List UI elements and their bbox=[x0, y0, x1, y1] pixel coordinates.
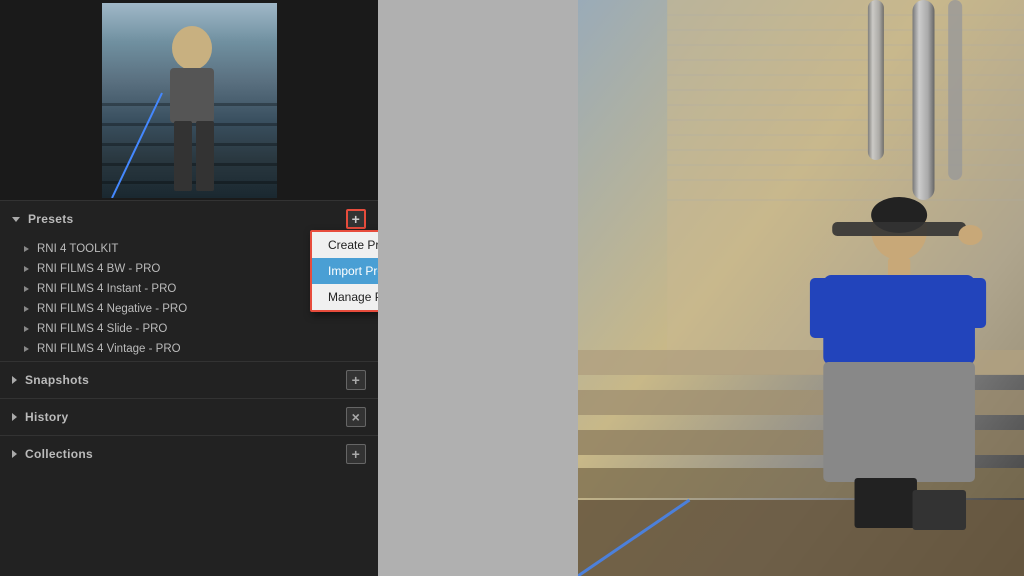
preset-arrow-icon bbox=[24, 306, 29, 312]
history-title: History bbox=[25, 410, 68, 424]
preset-label-3: RNI FILMS 4 Negative - PRO bbox=[37, 303, 187, 315]
photo-svg bbox=[578, 0, 1024, 576]
panel-content: Presets + Create Preset... Import Preset… bbox=[0, 200, 378, 576]
collections-header[interactable]: Collections + bbox=[0, 435, 378, 472]
preset-arrow-icon bbox=[24, 266, 29, 272]
right-photo-panel bbox=[578, 0, 1024, 576]
center-panel bbox=[378, 0, 578, 576]
snapshots-expand-icon bbox=[12, 376, 17, 384]
context-menu: Create Preset... Import Presets... ↖ Man… bbox=[310, 230, 378, 312]
presets-expand-icon bbox=[12, 217, 20, 222]
history-expand-icon bbox=[12, 413, 17, 421]
preset-label-1: RNI FILMS 4 BW - PRO bbox=[37, 263, 160, 275]
create-preset-item[interactable]: Create Preset... bbox=[312, 232, 378, 258]
preset-arrow-icon bbox=[24, 246, 29, 252]
preset-arrow-icon bbox=[24, 286, 29, 292]
snapshots-add-button[interactable]: + bbox=[346, 370, 366, 390]
left-panel: Presets + Create Preset... Import Preset… bbox=[0, 0, 378, 576]
thumbnail-image bbox=[102, 3, 277, 198]
preset-arrow-icon bbox=[24, 346, 29, 352]
manage-presets-item[interactable]: Manage Presets... bbox=[312, 284, 378, 310]
preset-item-5[interactable]: RNI FILMS 4 Vintage - PRO bbox=[0, 339, 378, 359]
presets-title: Presets bbox=[28, 212, 73, 226]
preset-arrow-icon bbox=[24, 326, 29, 332]
history-action-button[interactable]: × bbox=[346, 407, 366, 427]
thumbnail-svg bbox=[102, 3, 277, 198]
preset-label-2: RNI FILMS 4 Instant - PRO bbox=[37, 283, 176, 295]
collections-expand-icon bbox=[12, 450, 17, 458]
import-presets-item[interactable]: Import Presets... ↖ bbox=[312, 258, 378, 284]
preset-label-0: RNI 4 TOOLKIT bbox=[37, 243, 118, 255]
thumbnail-area bbox=[0, 0, 378, 200]
snapshots-header[interactable]: Snapshots + bbox=[0, 361, 378, 398]
preset-item-4[interactable]: RNI FILMS 4 Slide - PRO bbox=[0, 319, 378, 339]
history-header[interactable]: History × bbox=[0, 398, 378, 435]
collections-title: Collections bbox=[25, 447, 93, 461]
preset-label-5: RNI FILMS 4 Vintage - PRO bbox=[37, 343, 181, 355]
preset-label-4: RNI FILMS 4 Slide - PRO bbox=[37, 323, 167, 335]
snapshots-title: Snapshots bbox=[25, 373, 89, 387]
presets-section: Presets + Create Preset... Import Preset… bbox=[0, 200, 378, 361]
collections-add-button[interactable]: + bbox=[346, 444, 366, 464]
presets-add-button[interactable]: + bbox=[346, 209, 366, 229]
